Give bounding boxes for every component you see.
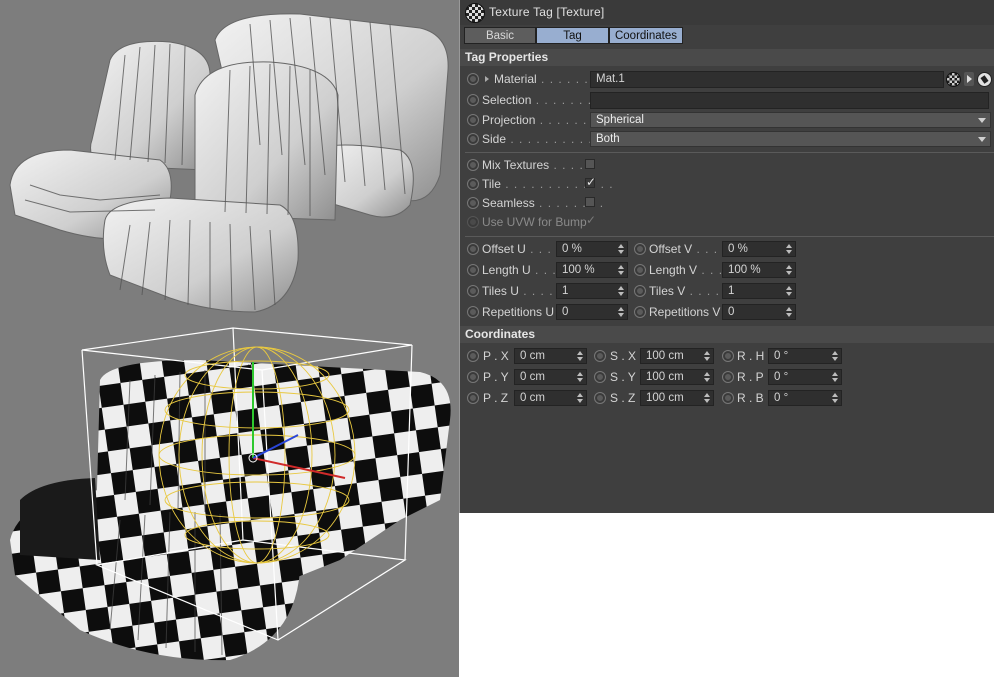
pz-label: P . Z — [483, 391, 509, 405]
pz-input[interactable]: 0 cm — [514, 390, 587, 406]
sx-label: S . X — [610, 349, 637, 363]
side-dropdown[interactable]: Both — [590, 131, 991, 147]
animate-tile-radio[interactable] — [467, 178, 479, 190]
animate-mix-textures-radio[interactable] — [467, 159, 479, 171]
animate-repetitions-v-radio[interactable] — [634, 306, 646, 318]
sz-input[interactable]: 100 cm — [640, 390, 714, 406]
animate-length-v-radio[interactable] — [634, 264, 646, 276]
animate-selection-radio[interactable] — [467, 94, 479, 106]
use-uvw-for-bump-checkbox: ✓ — [586, 213, 597, 227]
tab-tag[interactable]: Tag — [536, 27, 609, 44]
repetitions-u-label: Repetitions U — [482, 305, 555, 319]
offset-u-label: Offset U . . . . — [482, 242, 561, 256]
animate-offset-v-radio[interactable] — [634, 243, 646, 255]
mix-textures-label: Mix Textures . . . . . — [482, 158, 593, 172]
py-label: P . Y — [483, 370, 509, 384]
animate-side-radio[interactable] — [467, 133, 479, 145]
offset-v-input[interactable]: 0 % — [722, 241, 796, 257]
rp-input[interactable]: 0 ° — [768, 369, 842, 385]
px-label: P . X — [483, 349, 509, 363]
animate-seamless-radio[interactable] — [467, 197, 479, 209]
projection-label: Projection . . . . . . . . — [482, 113, 605, 127]
sz-label: S . Z — [610, 391, 636, 405]
separator — [465, 152, 994, 153]
tab-coordinates[interactable]: Coordinates — [609, 27, 683, 44]
px-input[interactable]: 0 cm — [514, 348, 587, 364]
repetitions-v-input[interactable]: 0 — [722, 304, 796, 320]
animate-rp-radio[interactable] — [722, 371, 734, 383]
repetitions-u-input[interactable]: 0 — [556, 304, 628, 320]
checker-sphere-icon — [465, 3, 485, 23]
animate-repetitions-u-radio[interactable] — [467, 306, 479, 318]
sy-label: S . Y — [610, 370, 636, 384]
animate-projection-radio[interactable] — [467, 114, 479, 126]
rb-input[interactable]: 0 ° — [768, 390, 842, 406]
separator — [465, 236, 994, 237]
3d-viewport[interactable] — [0, 0, 459, 677]
rb-label: R . B — [737, 391, 764, 405]
animate-tiles-u-radio[interactable] — [467, 285, 479, 297]
length-v-label: Length V . . . — [649, 263, 724, 277]
repetitions-v-label: Repetitions V — [649, 305, 721, 319]
animate-sx-radio[interactable] — [594, 350, 606, 362]
projection-dropdown[interactable]: Spherical — [590, 112, 991, 128]
animate-rh-radio[interactable] — [722, 350, 734, 362]
material-field[interactable]: Mat.1 — [590, 71, 944, 88]
animate-material-radio[interactable] — [467, 73, 479, 85]
selection-field[interactable] — [590, 92, 989, 109]
tile-checkbox[interactable]: ✓ — [585, 175, 596, 189]
seats-textured — [10, 360, 451, 661]
length-v-input[interactable]: 100 % — [722, 262, 796, 278]
animate-rb-radio[interactable] — [722, 392, 734, 404]
offset-u-input[interactable]: 0 % — [556, 241, 628, 257]
sx-input[interactable]: 100 cm — [640, 348, 714, 364]
tab-basic[interactable]: Basic — [464, 27, 536, 44]
offset-v-label: Offset V . . . . — [649, 242, 727, 256]
rp-label: R . P — [737, 370, 764, 384]
length-u-input[interactable]: 100 % — [556, 262, 628, 278]
mix-textures-checkbox[interactable] — [585, 159, 595, 169]
rh-label: R . H — [737, 349, 765, 363]
triangle-right-icon[interactable] — [964, 72, 974, 86]
pick-cursor-icon[interactable] — [977, 72, 992, 87]
panel-title: Texture Tag [Texture] — [489, 5, 605, 19]
expand-material-icon[interactable] — [485, 76, 489, 82]
animate-length-u-radio[interactable] — [467, 264, 479, 276]
animate-pz-radio[interactable] — [467, 392, 479, 404]
tiles-u-label: Tiles U . . . . . — [482, 284, 563, 298]
seats-untextured — [9, 13, 449, 313]
panel-titlebar: Texture Tag [Texture] — [460, 0, 994, 25]
sy-input[interactable]: 100 cm — [640, 369, 714, 385]
length-u-label: Length U . . . — [482, 263, 557, 277]
animate-px-radio[interactable] — [467, 350, 479, 362]
material-preview-icon[interactable] — [946, 72, 961, 87]
attribute-manager: Texture Tag [Texture] Basic Tag Coordina… — [460, 0, 994, 513]
rh-input[interactable]: 0 ° — [768, 348, 842, 364]
section-tag-properties[interactable]: Tag Properties — [460, 49, 994, 66]
tiles-u-input[interactable]: 1 — [556, 283, 628, 299]
use-uvw-for-bump-label: Use UVW for Bump — [482, 215, 587, 229]
seamless-checkbox[interactable] — [585, 197, 595, 207]
animate-uvw-bump-radio — [467, 216, 479, 228]
selection-label: Selection . . . . . . . . — [482, 93, 601, 107]
animate-sy-radio[interactable] — [594, 371, 606, 383]
viewport-render — [9, 13, 451, 661]
py-input[interactable]: 0 cm — [514, 369, 587, 385]
animate-tiles-v-radio[interactable] — [634, 285, 646, 297]
animate-py-radio[interactable] — [467, 371, 479, 383]
animate-sz-radio[interactable] — [594, 392, 606, 404]
tiles-v-input[interactable]: 1 — [722, 283, 796, 299]
section-coordinates[interactable]: Coordinates — [460, 326, 994, 343]
animate-offset-u-radio[interactable] — [467, 243, 479, 255]
